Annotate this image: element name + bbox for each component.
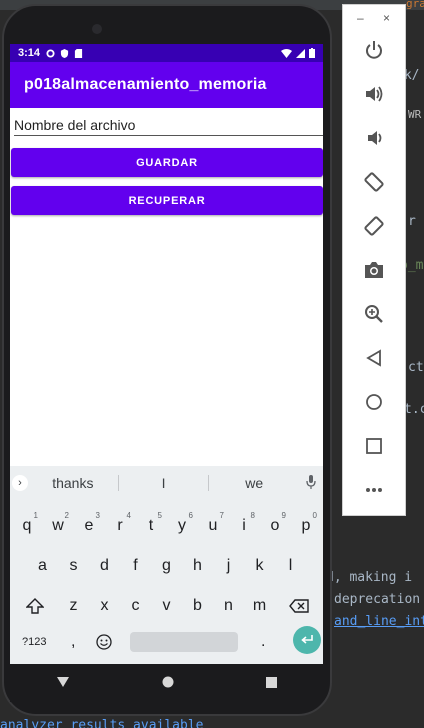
key-b[interactable]: b — [184, 590, 212, 622]
key-row-2: a s d f g h j k l — [10, 550, 323, 582]
key-l[interactable]: l — [277, 550, 305, 582]
key-a[interactable]: a — [29, 550, 57, 582]
status-time: 3:14 — [18, 47, 41, 59]
key-w[interactable]: w2 — [44, 510, 72, 542]
key-row-1: q1 w2 e3 r4 t5 y6 u7 i8 o9 p0 — [10, 510, 323, 542]
rotate-right-icon[interactable] — [359, 211, 389, 241]
key-q[interactable]: q1 — [13, 510, 41, 542]
comma-key[interactable]: , — [59, 626, 87, 658]
shield-icon — [60, 48, 69, 58]
ide-code-fragment: ct — [408, 360, 424, 375]
key-i[interactable]: i8 — [230, 510, 258, 542]
status-bar: 3:14 — [10, 44, 323, 62]
key-s[interactable]: s — [60, 550, 88, 582]
front-camera — [92, 24, 102, 34]
key-t[interactable]: t5 — [137, 510, 165, 542]
key-x[interactable]: x — [91, 590, 119, 622]
ide-console: d, making i deprecation and_line_int — [318, 552, 424, 692]
shift-icon — [25, 598, 44, 614]
key-v[interactable]: v — [153, 590, 181, 622]
enter-icon — [301, 635, 313, 644]
key-h[interactable]: h — [184, 550, 212, 582]
emoji-key[interactable] — [90, 626, 118, 658]
app-title: p018almacenamiento_memoria — [24, 76, 267, 93]
volume-down-icon[interactable] — [359, 123, 389, 153]
sd-card-icon — [74, 48, 83, 58]
signal-icon — [296, 48, 305, 58]
symbols-key[interactable]: ?123 — [12, 626, 56, 658]
phone-screen: 3:14 p018almacenamiento_memoria GUARDAR … — [10, 44, 323, 664]
emulator-control-panel: – × — [342, 4, 406, 516]
close-button[interactable]: × — [383, 11, 390, 25]
back-icon[interactable] — [359, 343, 389, 373]
ide-code-fragment: r — [408, 214, 416, 229]
nav-home-icon[interactable] — [162, 675, 174, 691]
suggestion-strip: › thanks I we — [10, 466, 323, 500]
suggestion-word[interactable]: I — [119, 475, 209, 491]
suggestion-word[interactable]: thanks — [28, 475, 118, 491]
key-y[interactable]: y6 — [168, 510, 196, 542]
backspace-key[interactable] — [277, 590, 321, 622]
app-bar: p018almacenamiento_memoria — [10, 62, 323, 108]
camera-icon[interactable] — [359, 255, 389, 285]
ide-status-text: analyzer results available — [0, 718, 204, 728]
emoji-icon — [96, 634, 112, 650]
suggestion-word[interactable]: we — [209, 475, 299, 491]
period-key[interactable]: . — [249, 626, 277, 658]
load-button[interactable]: RECUPERAR — [11, 186, 323, 215]
console-line: deprecation — [334, 592, 421, 607]
more-icon[interactable] — [359, 475, 389, 505]
soft-keyboard: › thanks I we q1 w2 e3 r4 t5 y6 u7 i8 o9… — [10, 466, 323, 664]
key-r[interactable]: r4 — [106, 510, 134, 542]
filename-input[interactable] — [14, 114, 323, 136]
mic-icon[interactable] — [299, 474, 323, 492]
enter-key[interactable] — [292, 626, 321, 654]
minimize-button[interactable]: – — [357, 11, 364, 25]
key-g[interactable]: g — [153, 550, 181, 582]
battery-icon — [309, 48, 315, 58]
zoom-icon[interactable] — [359, 299, 389, 329]
key-n[interactable]: n — [215, 590, 243, 622]
wifi-icon — [281, 48, 292, 58]
shift-key[interactable] — [13, 590, 57, 622]
key-j[interactable]: j — [215, 550, 243, 582]
key-row-4: ?123 , . — [10, 626, 323, 658]
key-o[interactable]: o9 — [261, 510, 289, 542]
key-m[interactable]: m — [246, 590, 274, 622]
space-key[interactable] — [129, 632, 238, 652]
backspace-icon — [288, 599, 309, 613]
nav-overview-icon[interactable] — [266, 675, 277, 691]
ide-tab-fragment: gra — [406, 0, 424, 10]
key-u[interactable]: u7 — [199, 510, 227, 542]
nav-back-icon[interactable] — [56, 675, 70, 691]
android-nav-bar — [10, 664, 323, 702]
key-z[interactable]: z — [60, 590, 88, 622]
save-button[interactable]: GUARDAR — [11, 148, 323, 177]
power-icon[interactable] — [359, 35, 389, 65]
console-line: d, making i — [326, 570, 413, 585]
chevron-right-icon[interactable]: › — [12, 475, 28, 491]
rotate-left-icon[interactable] — [359, 167, 389, 197]
key-row-3: z x c v b n m — [10, 590, 323, 622]
key-d[interactable]: d — [91, 550, 119, 582]
gear-icon — [46, 48, 55, 58]
volume-up-icon[interactable] — [359, 79, 389, 109]
overview-icon[interactable] — [359, 431, 389, 461]
key-f[interactable]: f — [122, 550, 150, 582]
home-icon[interactable] — [359, 387, 389, 417]
ide-code-fragment: WR — [408, 108, 422, 121]
key-c[interactable]: c — [122, 590, 150, 622]
ide-code-fragment: t.c — [404, 402, 424, 417]
console-link[interactable]: and_line_int — [334, 614, 424, 629]
key-k[interactable]: k — [246, 550, 274, 582]
key-e[interactable]: e3 — [75, 510, 103, 542]
key-p[interactable]: p0 — [292, 510, 320, 542]
